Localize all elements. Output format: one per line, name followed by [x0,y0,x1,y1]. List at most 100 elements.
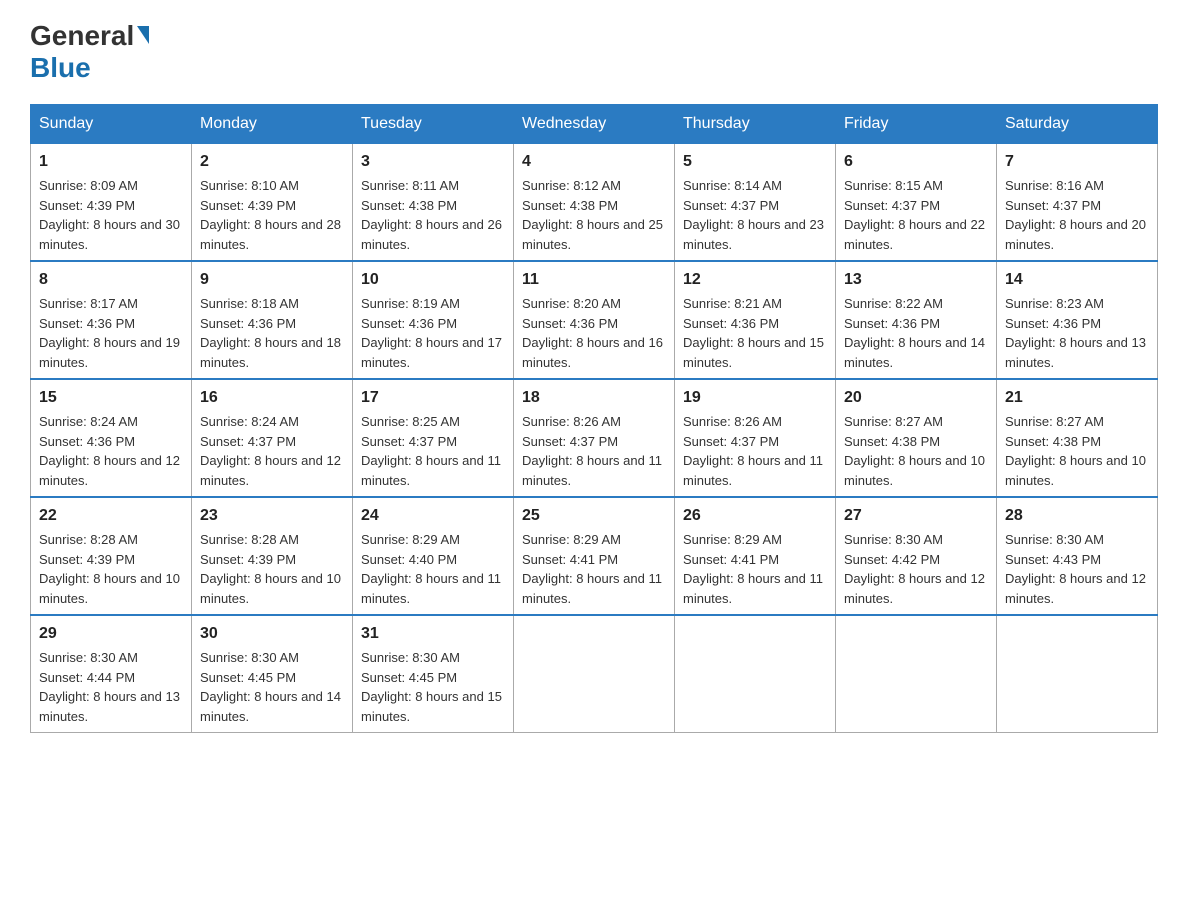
logo-general-text: General [30,20,134,52]
day-number: 15 [39,386,183,410]
col-header-tuesday: Tuesday [353,105,514,144]
sunset: Sunset: 4:36 PM [39,316,135,331]
day-number: 13 [844,268,988,292]
sunset: Sunset: 4:36 PM [1005,316,1101,331]
sunset: Sunset: 4:39 PM [200,198,296,213]
calendar-cell: 30 Sunrise: 8:30 AM Sunset: 4:45 PM Dayligh… [192,615,353,733]
daylight: Daylight: 8 hours and 23 minutes. [683,217,824,252]
sunset: Sunset: 4:45 PM [200,670,296,685]
daylight: Daylight: 8 hours and 30 minutes. [39,217,180,252]
calendar-cell: 4Sunrise: 8:12 AMSunset: 4:38 PMDaylight… [514,144,675,262]
calendar-week-row: 8Sunrise: 8:17 AMSunset: 4:36 PMDaylight… [31,261,1158,379]
calendar-week-row: 22 Sunrise: 8:28 AM Sunset: 4:39 PM Dayligh… [31,497,1158,615]
day-number: 19 [683,386,827,410]
daylight: Daylight: 8 hours and 16 minutes. [522,335,663,370]
day-number: 12 [683,268,827,292]
logo-blue-row: Blue [30,52,149,84]
logo-row: General [30,20,149,52]
day-number: 4 [522,150,666,174]
sunrise: Sunrise: 8:30 AM [844,532,943,547]
daylight: Daylight: 8 hours and 12 minutes. [200,453,341,488]
col-header-friday: Friday [836,105,997,144]
day-number: 18 [522,386,666,410]
calendar-cell: 19 Sunrise: 8:26 AM Sunset: 4:37 PM Dayligh… [675,379,836,497]
sunset: Sunset: 4:39 PM [39,198,135,213]
day-number: 3 [361,150,505,174]
calendar-cell: 10Sunrise: 8:19 AMSunset: 4:36 PMDayligh… [353,261,514,379]
sunrise: Sunrise: 8:22 AM [844,296,943,311]
col-header-sunday: Sunday [31,105,192,144]
daylight: Daylight: 8 hours and 12 minutes. [1005,571,1146,606]
sunset: Sunset: 4:41 PM [683,552,779,567]
calendar-cell: 1Sunrise: 8:09 AMSunset: 4:39 PMDaylight… [31,144,192,262]
sunrise: Sunrise: 8:28 AM [200,532,299,547]
sunset: Sunset: 4:37 PM [522,434,618,449]
daylight: Daylight: 8 hours and 25 minutes. [522,217,663,252]
calendar-cell: 24Sunrise: 8:29 AMSunset: 4:40 PMDayligh… [353,497,514,615]
sunset: Sunset: 4:38 PM [1005,434,1101,449]
sunrise: Sunrise: 8:18 AM [200,296,299,311]
day-number: 24 [361,504,505,528]
daylight: Daylight: 8 hours and 10 minutes. [844,453,985,488]
day-number: 1 [39,150,183,174]
sunrise: Sunrise: 8:16 AM [1005,178,1104,193]
sunset: Sunset: 4:36 PM [683,316,779,331]
day-number: 17 [361,386,505,410]
day-number: 20 [844,386,988,410]
calendar-cell: 21Sunrise: 8:27 AMSunset: 4:38 PMDayligh… [997,379,1158,497]
day-number: 30 [200,622,344,646]
sunset: Sunset: 4:38 PM [361,198,457,213]
sunset: Sunset: 4:37 PM [200,434,296,449]
calendar-cell: 5Sunrise: 8:14 AMSunset: 4:37 PMDaylight… [675,144,836,262]
calendar-cell: 27Sunrise: 8:30 AMSunset: 4:42 PMDayligh… [836,497,997,615]
day-number: 5 [683,150,827,174]
calendar-week-row: 29Sunrise: 8:30 AMSunset: 4:44 PMDayligh… [31,615,1158,733]
calendar-cell: 22Sunrise: 8:28 AMSunset: 4:39 PMDayligh… [31,497,192,615]
sunset: Sunset: 4:37 PM [1005,198,1101,213]
sunset: Sunset: 4:39 PM [200,552,296,567]
sunset: Sunset: 4:36 PM [361,316,457,331]
calendar-cell: 29Sunrise: 8:30 AMSunset: 4:44 PMDayligh… [31,615,192,733]
calendar-table: SundayMondayTuesdayWednesdayThursdayFrid… [30,104,1158,733]
sunrise: Sunrise: 8:26 AM [683,414,782,429]
day-number: 16 [200,386,344,410]
calendar-cell [675,615,836,733]
sunset: Sunset: 4:37 PM [683,434,779,449]
sunrise: Sunrise: 8:30 AM [200,650,299,665]
daylight: Daylight: 8 hours and 11 minutes. [522,571,662,606]
sunrise: Sunrise: 8:29 AM [522,532,621,547]
calendar-cell: 8Sunrise: 8:17 AMSunset: 4:36 PMDaylight… [31,261,192,379]
daylight: Daylight: 8 hours and 14 minutes. [200,689,341,724]
sunset: Sunset: 4:37 PM [844,198,940,213]
daylight: Daylight: 8 hours and 22 minutes. [844,217,985,252]
day-number: 14 [1005,268,1149,292]
calendar-cell [997,615,1158,733]
daylight: Daylight: 8 hours and 11 minutes. [683,453,823,488]
daylight: Daylight: 8 hours and 17 minutes. [361,335,502,370]
day-number: 2 [200,150,344,174]
sunrise: Sunrise: 8:27 AM [1005,414,1104,429]
sunrise: Sunrise: 8:20 AM [522,296,621,311]
day-number: 8 [39,268,183,292]
calendar-cell: 14Sunrise: 8:23 AMSunset: 4:36 PMDayligh… [997,261,1158,379]
calendar-cell: 31Sunrise: 8:30 AMSunset: 4:45 PMDayligh… [353,615,514,733]
sunrise: Sunrise: 8:15 AM [844,178,943,193]
daylight: Daylight: 8 hours and 10 minutes. [1005,453,1146,488]
day-number: 7 [1005,150,1149,174]
calendar-cell: 11Sunrise: 8:20 AMSunset: 4:36 PMDayligh… [514,261,675,379]
sunrise: Sunrise: 8:27 AM [844,414,943,429]
calendar-week-row: 1Sunrise: 8:09 AMSunset: 4:39 PMDaylight… [31,144,1158,262]
calendar-header-row: SundayMondayTuesdayWednesdayThursdayFrid… [31,105,1158,144]
daylight: Daylight: 8 hours and 15 minutes. [683,335,824,370]
daylight: Daylight: 8 hours and 11 minutes. [361,453,501,488]
sunrise: Sunrise: 8:28 AM [39,532,138,547]
daylight: Daylight: 8 hours and 14 minutes. [844,335,985,370]
daylight: Daylight: 8 hours and 10 minutes. [39,571,180,606]
daylight: Daylight: 8 hours and 15 minutes. [361,689,502,724]
day-number: 27 [844,504,988,528]
col-header-wednesday: Wednesday [514,105,675,144]
calendar-cell: 13Sunrise: 8:22 AMSunset: 4:36 PMDayligh… [836,261,997,379]
day-number: 29 [39,622,183,646]
day-number: 22 [39,504,183,528]
sunset: Sunset: 4:43 PM [1005,552,1101,567]
